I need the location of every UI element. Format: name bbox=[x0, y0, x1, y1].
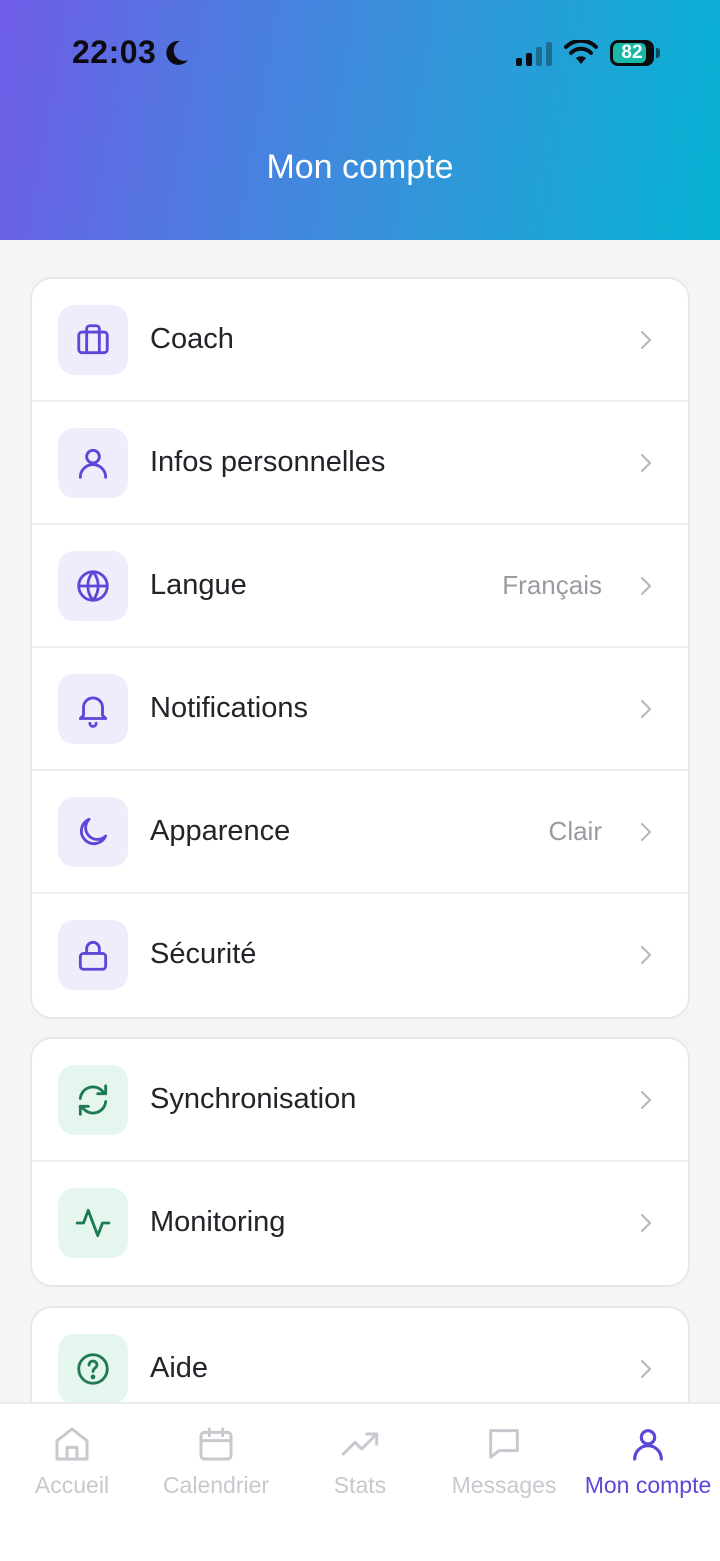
settings-row-label: Coach bbox=[150, 323, 234, 355]
status-time: 22:03 bbox=[72, 34, 157, 70]
chevron-right-icon bbox=[640, 453, 652, 473]
tab-stats[interactable]: Stats bbox=[288, 1404, 432, 1524]
moon-icon-tile bbox=[58, 797, 128, 867]
briefcase-icon bbox=[77, 324, 109, 355]
battery-level: 82 bbox=[621, 42, 643, 63]
activity-icon-tile bbox=[58, 1188, 128, 1258]
settings-row-label: Sécurité bbox=[150, 938, 257, 970]
bell-icon bbox=[78, 696, 108, 728]
settings-row-coach[interactable]: Coach bbox=[32, 279, 688, 402]
sync-icon bbox=[78, 1084, 108, 1116]
settings-row-label: Synchronisation bbox=[150, 1083, 357, 1115]
tab-bar: Accueil Calendrier Stats Messages Mon co… bbox=[0, 1402, 720, 1561]
chevron-right-icon bbox=[640, 1359, 652, 1379]
globe-icon bbox=[77, 570, 109, 602]
battery-icon: 82 bbox=[610, 40, 654, 66]
tab-calendar[interactable]: Calendrier bbox=[144, 1404, 288, 1524]
settings-row-language[interactable]: Langue Français bbox=[32, 525, 688, 648]
globe-icon-tile bbox=[58, 551, 128, 621]
chevron-right-icon bbox=[640, 822, 652, 842]
chevron-right-icon bbox=[640, 330, 652, 350]
settings-row-personal-info[interactable]: Infos personnelles bbox=[32, 402, 688, 525]
settings-card-account: Coach Infos personnelles Langue Français bbox=[30, 277, 690, 1019]
chevron-right-icon bbox=[640, 1213, 652, 1233]
settings-row-sync[interactable]: Synchronisation bbox=[32, 1039, 688, 1162]
tab-label: Stats bbox=[333, 1472, 387, 1498]
settings-row-value: Français bbox=[502, 570, 602, 600]
settings-row-label: Monitoring bbox=[150, 1206, 286, 1238]
bell-icon-tile bbox=[58, 674, 128, 744]
chevron-right-icon bbox=[640, 945, 652, 965]
settings-row-label: Infos personnelles bbox=[150, 446, 386, 478]
home-icon bbox=[55, 1427, 89, 1461]
chevron-right-icon bbox=[640, 699, 652, 719]
header: 22:03 82 Mon compte bbox=[0, 0, 720, 240]
settings-row-label: Langue bbox=[150, 569, 247, 601]
settings-row-notifications[interactable]: Notifications bbox=[32, 648, 688, 771]
tab-label: Mon compte bbox=[584, 1472, 712, 1498]
chat-icon bbox=[489, 1429, 519, 1459]
wifi-icon bbox=[564, 40, 598, 64]
user-icon-tile bbox=[58, 428, 128, 498]
settings-card-devices: Synchronisation Monitoring bbox=[30, 1037, 690, 1287]
moon-icon bbox=[166, 40, 188, 65]
user-icon bbox=[78, 448, 108, 479]
settings-row-security[interactable]: Sécurité bbox=[32, 894, 688, 1017]
help-circle-icon bbox=[77, 1353, 109, 1385]
settings-row-appearance[interactable]: Apparence Clair bbox=[32, 771, 688, 894]
settings-row-value: Clair bbox=[548, 816, 602, 846]
tab-account[interactable]: Mon compte bbox=[576, 1404, 720, 1524]
tab-home[interactable]: Accueil bbox=[0, 1404, 144, 1524]
chevron-right-icon bbox=[640, 1090, 652, 1110]
tab-label: Calendrier bbox=[162, 1472, 270, 1498]
tab-messages[interactable]: Messages bbox=[432, 1404, 576, 1524]
activity-icon bbox=[75, 1208, 111, 1238]
moon-icon bbox=[79, 817, 108, 846]
help-circle-icon-tile bbox=[58, 1334, 128, 1404]
settings-row-monitoring[interactable]: Monitoring bbox=[32, 1162, 688, 1285]
lock-icon-tile bbox=[58, 920, 128, 990]
settings-row-label: Notifications bbox=[150, 692, 308, 724]
page-title: Mon compte bbox=[266, 148, 454, 186]
chevron-right-icon bbox=[640, 576, 652, 596]
settings-row-label: Apparence bbox=[150, 815, 291, 847]
briefcase-icon-tile bbox=[58, 305, 128, 375]
sync-icon-tile bbox=[58, 1065, 128, 1135]
status-bar: 22:03 82 bbox=[0, 0, 720, 108]
tab-label: Accueil bbox=[34, 1472, 110, 1498]
battery-nub bbox=[656, 48, 660, 58]
tab-label: Messages bbox=[451, 1472, 557, 1498]
trending-up-icon bbox=[341, 1432, 379, 1456]
user-icon bbox=[633, 1429, 663, 1461]
signal-icon bbox=[516, 42, 552, 66]
lock-icon bbox=[78, 940, 108, 971]
calendar-icon bbox=[199, 1427, 233, 1461]
